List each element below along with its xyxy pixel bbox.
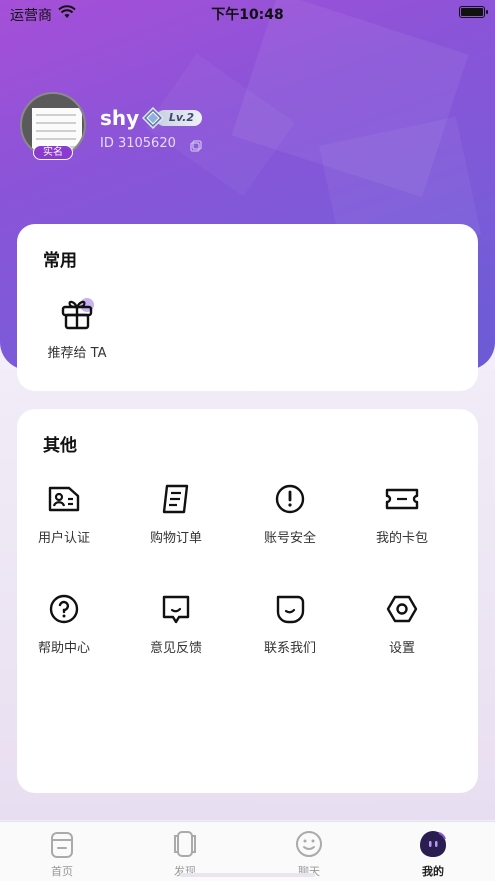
home-indicator <box>180 873 315 877</box>
my-card-wallet-button[interactable]: 我的卡包 <box>347 479 457 546</box>
order-list-icon <box>156 479 196 519</box>
settings-button[interactable]: 设置 <box>347 589 457 656</box>
tab-chat[interactable]: 聊天 <box>269 828 349 879</box>
chat-icon <box>293 828 325 860</box>
common-section-card: 常用 推荐给 TA <box>17 224 478 391</box>
contact-us-label: 联系我们 <box>263 641 316 656</box>
account-security-button[interactable]: 账号安全 <box>235 479 345 546</box>
help-center-button[interactable]: 帮助中心 <box>9 589 119 656</box>
my-card-wallet-label: 我的卡包 <box>375 531 428 546</box>
shopping-orders-button[interactable]: 购物订单 <box>121 479 231 546</box>
feedback-label: 意见反馈 <box>149 641 202 656</box>
account-security-label: 账号安全 <box>263 531 316 546</box>
feedback-icon <box>156 589 196 629</box>
status-bar: 运营商 下午10:48 <box>0 0 495 28</box>
tab-mine-label: 我的 <box>422 865 444 878</box>
home-icon <box>46 828 78 860</box>
level-badge: Lv.2 <box>141 106 202 130</box>
user-verification-button[interactable]: 用户认证 <box>9 479 119 546</box>
id-card-icon <box>44 479 84 519</box>
help-icon <box>44 589 84 629</box>
shield-alert-icon <box>270 479 310 519</box>
other-section-card: 其他 用户认证 购物订单 账号安全 我的卡包 帮助中心 意见反馈 联系我们 设置 <box>17 409 478 793</box>
realname-badge: 实名 <box>33 145 73 160</box>
bottom-tab-bar: 首页 发现 聊天 我的 <box>0 821 495 881</box>
tab-home[interactable]: 首页 <box>22 828 102 879</box>
feedback-button[interactable]: 意见反馈 <box>121 589 231 656</box>
battery-icon <box>459 6 488 18</box>
contact-us-button[interactable]: 联系我们 <box>235 589 345 656</box>
gift-icon <box>57 294 97 334</box>
diamond-icon <box>141 106 165 130</box>
tab-mine[interactable]: 我的 <box>393 828 473 879</box>
recommend-to-ta-label: 推荐给 TA <box>47 346 107 361</box>
clock: 下午10:48 <box>211 7 284 23</box>
ticket-icon <box>382 479 422 519</box>
tab-discover[interactable]: 发现 <box>145 828 225 879</box>
user-verification-label: 用户认证 <box>37 531 90 546</box>
other-section-title: 其他 <box>43 436 77 456</box>
username: shy <box>100 106 140 130</box>
copy-icon[interactable] <box>190 137 202 156</box>
common-section-title: 常用 <box>43 251 77 271</box>
tab-home-label: 首页 <box>51 865 73 878</box>
discover-icon <box>169 828 201 860</box>
recommend-to-ta-button[interactable]: 推荐给 TA <box>22 294 132 361</box>
profile-icon <box>417 828 449 860</box>
settings-icon <box>382 589 422 629</box>
user-id: ID 3105620 <box>100 136 176 151</box>
help-center-label: 帮助中心 <box>37 641 90 656</box>
shopping-orders-label: 购物订单 <box>149 531 202 546</box>
contact-icon <box>270 589 310 629</box>
settings-label: 设置 <box>388 641 415 656</box>
